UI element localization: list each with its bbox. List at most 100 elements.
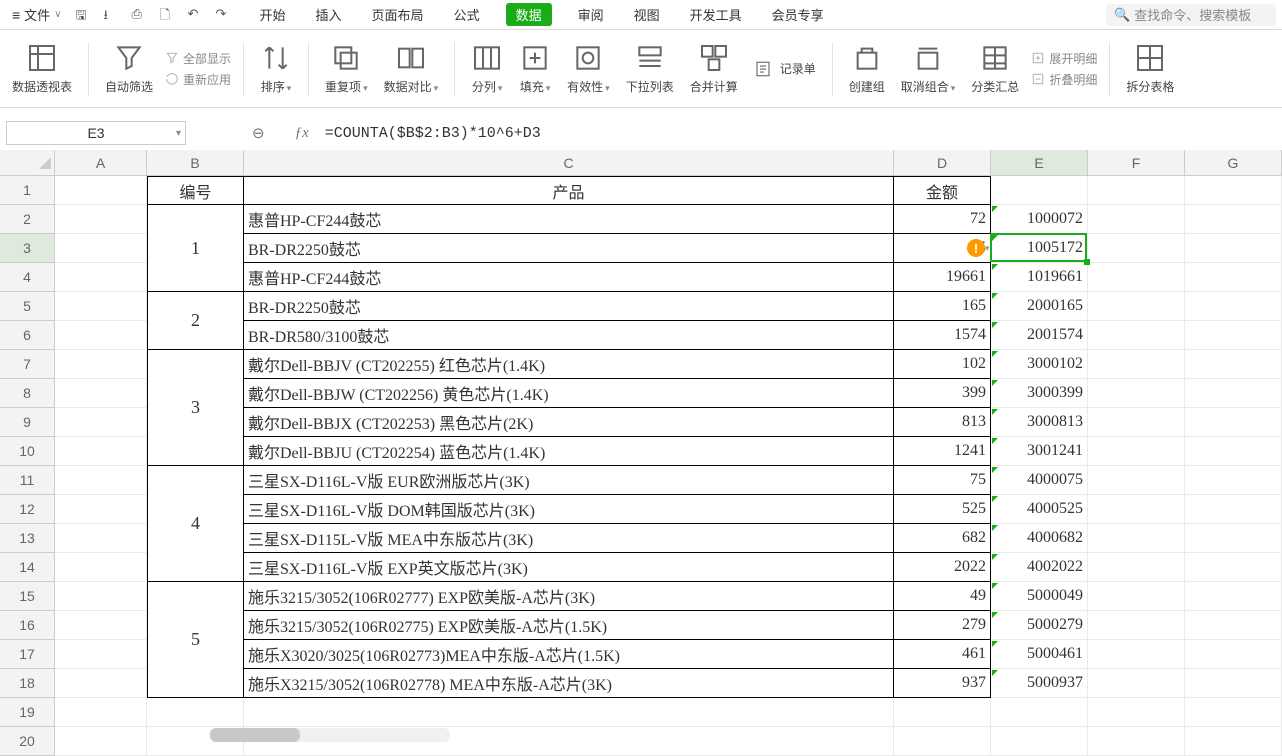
cell-A7[interactable] <box>55 350 147 379</box>
cell-F5[interactable] <box>1088 292 1185 321</box>
h-scrollbar[interactable] <box>210 728 450 742</box>
cell-F13[interactable] <box>1088 524 1185 553</box>
cell-D6[interactable]: 1574 <box>894 321 991 350</box>
cell-G8[interactable] <box>1185 379 1282 408</box>
name-box[interactable]: E3 ▾ <box>6 121 186 145</box>
row-header-8[interactable]: 8 <box>0 379 55 408</box>
collapse-button[interactable]: 折叠明细 <box>1031 71 1097 88</box>
cell-F9[interactable] <box>1088 408 1185 437</box>
cell-D7[interactable]: 102 <box>894 350 991 379</box>
cell-D13[interactable]: 682 <box>894 524 991 553</box>
cell-F1[interactable] <box>1088 176 1185 205</box>
cell-F18[interactable] <box>1088 669 1185 698</box>
cell-F15[interactable] <box>1088 582 1185 611</box>
cell-A12[interactable] <box>55 495 147 524</box>
header-b[interactable]: 编号 <box>147 176 244 205</box>
cell-E10[interactable]: 3001241 <box>991 437 1088 466</box>
ribbon-tab-5[interactable]: 审阅 <box>574 3 608 26</box>
cell-E13[interactable]: 4000682 <box>991 524 1088 553</box>
cell-G19[interactable] <box>1185 698 1282 727</box>
cell-C5[interactable]: BR-DR2250鼓芯 <box>244 292 894 321</box>
row-header-7[interactable]: 7 <box>0 350 55 379</box>
file-menu[interactable]: ≡ 文件 ∨ <box>6 3 68 26</box>
cell-A16[interactable] <box>55 611 147 640</box>
cell-E14[interactable]: 4002022 <box>991 553 1088 582</box>
cell-E5[interactable]: 2000165 <box>991 292 1088 321</box>
cell-F7[interactable] <box>1088 350 1185 379</box>
cell-D19[interactable] <box>894 698 991 727</box>
cell-C10[interactable]: 戴尔Dell-BBJU (CT202254) 蓝色芯片(1.4K) <box>244 437 894 466</box>
col-header-F[interactable]: F <box>1088 150 1185 176</box>
cell-G13[interactable] <box>1185 524 1282 553</box>
cell-F4[interactable] <box>1088 263 1185 292</box>
cell-A18[interactable] <box>55 669 147 698</box>
cell-D20[interactable] <box>894 727 991 756</box>
compare-button[interactable]: 数据对比▾ <box>380 42 443 95</box>
subtotal-button[interactable]: 分类汇总 <box>967 42 1023 95</box>
row-header-19[interactable]: 19 <box>0 698 55 727</box>
row-header-9[interactable]: 9 <box>0 408 55 437</box>
saveas-icon[interactable]: ⭳ <box>104 6 122 24</box>
reapply-button[interactable]: 重新应用 <box>165 71 231 88</box>
cell-A10[interactable] <box>55 437 147 466</box>
expand-button[interactable]: 展开明细 <box>1031 50 1097 67</box>
cell-F16[interactable] <box>1088 611 1185 640</box>
cell-E20[interactable] <box>991 727 1088 756</box>
undo-icon[interactable]: ↶ <box>188 6 206 24</box>
error-badge[interactable]: ! <box>967 239 985 257</box>
sort-button[interactable]: 排序▾ <box>256 42 296 95</box>
cell-E2[interactable]: 1000072 <box>991 205 1088 234</box>
row-header-3[interactable]: 3 <box>0 234 55 263</box>
ribbon-tab-6[interactable]: 视图 <box>630 3 664 26</box>
cell-A15[interactable] <box>55 582 147 611</box>
ribbon-tab-7[interactable]: 开发工具 <box>686 3 746 26</box>
row-header-4[interactable]: 4 <box>0 263 55 292</box>
cell-G3[interactable] <box>1185 234 1282 263</box>
cell-G11[interactable] <box>1185 466 1282 495</box>
cell-A5[interactable] <box>55 292 147 321</box>
cell-F20[interactable] <box>1088 727 1185 756</box>
cell-A8[interactable] <box>55 379 147 408</box>
cell-C7[interactable]: 戴尔Dell-BBJV (CT202255) 红色芯片(1.4K) <box>244 350 894 379</box>
cell-E11[interactable]: 4000075 <box>991 466 1088 495</box>
cell-D8[interactable]: 399 <box>894 379 991 408</box>
row-header-20[interactable]: 20 <box>0 727 55 756</box>
cell-C17[interactable]: 施乐X3020/3025(106R02773)MEA中东版-A芯片(1.5K) <box>244 640 894 669</box>
cell-F6[interactable] <box>1088 321 1185 350</box>
cell-C9[interactable]: 戴尔Dell-BBJX (CT202253) 黑色芯片(2K) <box>244 408 894 437</box>
cell-G5[interactable] <box>1185 292 1282 321</box>
row-header-5[interactable]: 5 <box>0 292 55 321</box>
cell-F2[interactable] <box>1088 205 1185 234</box>
row-header-11[interactable]: 11 <box>0 466 55 495</box>
col-header-C[interactable]: C <box>244 150 894 176</box>
cell-E16[interactable]: 5000279 <box>991 611 1088 640</box>
ribbon-tab-8[interactable]: 会员专享 <box>768 3 828 26</box>
cell-C6[interactable]: BR-DR580/3100鼓芯 <box>244 321 894 350</box>
row-header-15[interactable]: 15 <box>0 582 55 611</box>
cell-C3[interactable]: BR-DR2250鼓芯 <box>244 234 894 263</box>
row-header-14[interactable]: 14 <box>0 553 55 582</box>
cell-E9[interactable]: 3000813 <box>991 408 1088 437</box>
cell-F12[interactable] <box>1088 495 1185 524</box>
print-icon[interactable]: ⎙ <box>132 6 150 24</box>
cell-B11[interactable]: 4 <box>147 466 244 582</box>
col-header-D[interactable]: D <box>894 150 991 176</box>
search-box[interactable]: 🔍 查找命令、搜索模板 <box>1106 4 1276 26</box>
cell-F3[interactable] <box>1088 234 1185 263</box>
valid-button[interactable]: 有效性▾ <box>563 42 614 95</box>
formula-input[interactable]: =COUNTA($B$2:B3)*10^6+D3 <box>325 125 1276 142</box>
cell-D5[interactable]: 165 <box>894 292 991 321</box>
cell-D15[interactable]: 49 <box>894 582 991 611</box>
fill-button[interactable]: 填充▾ <box>515 42 555 95</box>
cell-C14[interactable]: 三星SX-D116L-V版 EXP英文版芯片(3K) <box>244 553 894 582</box>
cell-G17[interactable] <box>1185 640 1282 669</box>
cell-G20[interactable] <box>1185 727 1282 756</box>
cell-E12[interactable]: 4000525 <box>991 495 1088 524</box>
cell-G2[interactable] <box>1185 205 1282 234</box>
row-header-17[interactable]: 17 <box>0 640 55 669</box>
cell-D2[interactable]: 72 <box>894 205 991 234</box>
cell-C2[interactable]: 惠普HP-CF244鼓芯 <box>244 205 894 234</box>
dedup-button[interactable]: 重复项▾ <box>321 42 372 95</box>
header-d[interactable]: 金额 <box>894 176 991 205</box>
cell-G14[interactable] <box>1185 553 1282 582</box>
